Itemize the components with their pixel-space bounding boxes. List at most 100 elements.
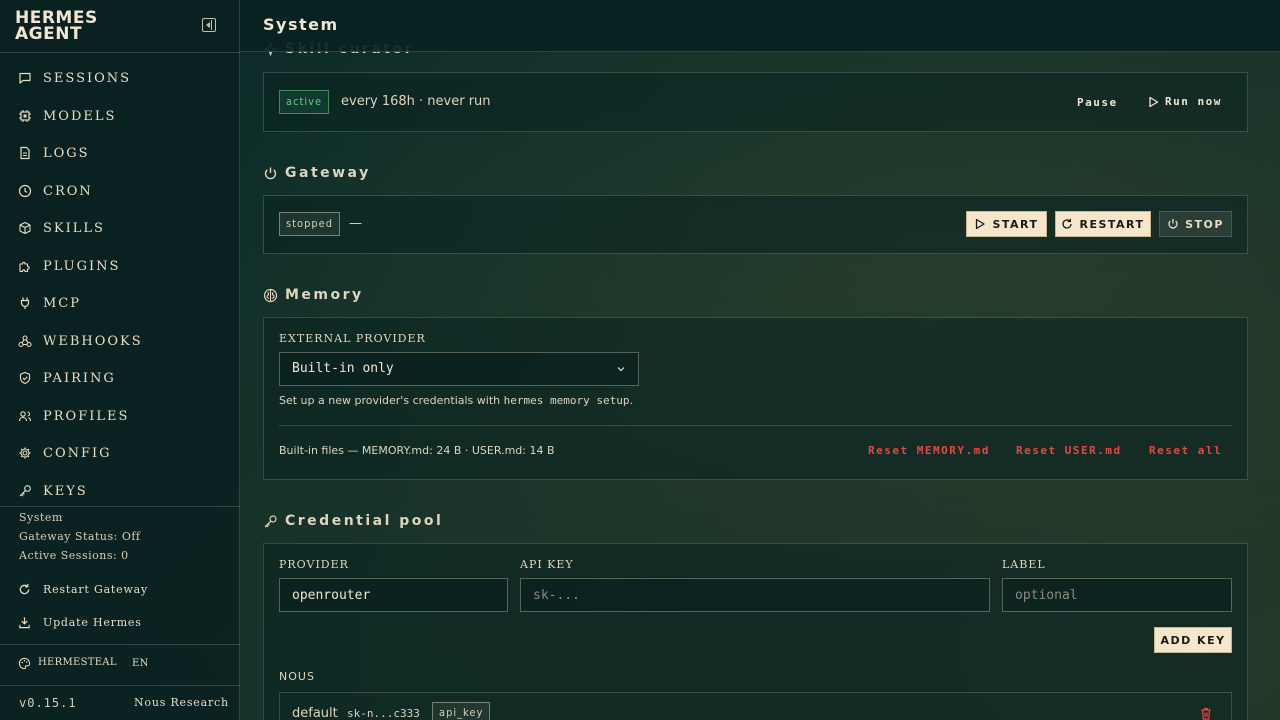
sidebar-item-label: MODELS	[43, 108, 117, 124]
sidebar-item-logs[interactable]: LOGS	[0, 138, 240, 168]
sidebar-item-mcp[interactable]: MCP	[0, 288, 240, 318]
add-key-label: ADD KEY	[1160, 633, 1226, 647]
sidebar-item-label: PROFILES	[43, 408, 130, 424]
credential-key-masked: sk-n...c333	[347, 707, 420, 720]
system-info: System Gateway Status: Off Active Sessio…	[19, 511, 141, 568]
file-text-icon	[20, 146, 30, 160]
pause-label: Pause	[1077, 96, 1118, 109]
start-button[interactable]: START	[966, 211, 1047, 237]
section-title-text: Gateway	[285, 165, 371, 181]
status-badge: stopped	[279, 212, 341, 236]
sidebar-item-label: PLUGINS	[43, 258, 121, 274]
restart-button[interactable]: RESTART	[1055, 211, 1151, 237]
chevron-down-icon	[617, 367, 625, 372]
gateway-card: stopped — START RESTART STOP	[263, 195, 1248, 254]
reset-all-button[interactable]: Reset all	[1149, 444, 1222, 457]
reset-memory-button[interactable]: Reset MEMORY.md	[868, 444, 990, 457]
provider-group-title: NOUS	[279, 670, 315, 683]
provider-label: PROVIDER	[279, 558, 349, 571]
builtin-files-text: Built-in files — MEMORY.md: 24 B · USER.…	[279, 444, 555, 457]
sidebar-item-label: KEYS	[43, 483, 88, 499]
key-icon	[264, 514, 277, 527]
sidebar-item-sessions[interactable]: SESSIONS	[0, 63, 240, 93]
main-content: Skill curator active every 168h · never …	[240, 0, 1280, 720]
trash-icon[interactable]	[1200, 707, 1212, 720]
version-label: v0.15.1	[19, 696, 77, 710]
gateway-heading: Gateway	[263, 165, 371, 181]
sidebar-item-label: PAIRING	[43, 370, 116, 386]
sidebar-divider	[0, 685, 240, 686]
webhook-icon	[18, 335, 32, 348]
brand-logo[interactable]: HERMES AGENT	[15, 10, 98, 44]
package-icon	[19, 221, 31, 235]
label-input[interactable]	[1002, 578, 1232, 612]
gear-icon	[19, 447, 31, 459]
download-icon	[19, 616, 30, 628]
sidebar-item-config[interactable]: CONFIG	[0, 438, 240, 468]
selected-value: Built-in only	[292, 361, 394, 376]
brand-line-2: AGENT	[15, 24, 83, 44]
sidebar-item-keys[interactable]: KEYS	[0, 476, 240, 506]
language-switcher[interactable]: EN	[132, 658, 149, 669]
section-title-text: Credential pool	[285, 513, 444, 529]
credential-name: default	[292, 706, 338, 720]
plug-icon	[20, 297, 30, 309]
api-key-input[interactable]	[520, 578, 990, 612]
play-icon	[1149, 96, 1159, 107]
sidebar-item-webhooks[interactable]: WEBHOOKS	[0, 326, 240, 356]
key-icon	[19, 485, 31, 497]
restart-gateway-label: Restart Gateway	[43, 582, 149, 596]
pause-button[interactable]: Pause	[1077, 96, 1118, 109]
sidebar-item-models[interactable]: MODELS	[0, 101, 240, 131]
memory-heading: Memory	[263, 287, 364, 303]
message-square-icon	[19, 72, 31, 84]
help-suffix: .	[629, 394, 633, 407]
puzzle-icon	[19, 261, 30, 273]
sidebar-item-label: SKILLS	[43, 220, 105, 236]
sidebar-item-label: WEBHOOKS	[43, 333, 143, 349]
credential-type-badge: api_key	[432, 702, 491, 720]
sidebar-item-label: SESSIONS	[43, 70, 132, 86]
divider	[279, 425, 1232, 426]
skill-curator-card: active every 168h · never run Pause Run …	[263, 72, 1248, 132]
play-icon	[976, 218, 986, 230]
run-now-button[interactable]: Run now	[1148, 95, 1222, 108]
status-badge: active	[279, 90, 330, 114]
sidebar-item-skills[interactable]: SKILLS	[0, 213, 240, 243]
sidebar-item-label: CRON	[43, 183, 93, 199]
shield-check-icon	[19, 371, 31, 385]
sidebar-item-cron[interactable]: CRON	[0, 176, 240, 206]
users-icon	[18, 411, 32, 422]
collapse-sidebar-icon[interactable]	[202, 18, 216, 32]
stop-button[interactable]: STOP	[1159, 211, 1232, 237]
external-provider-select[interactable]: Built-in only	[279, 352, 639, 386]
provider-input[interactable]	[279, 578, 508, 612]
update-hermes-button[interactable]: Update Hermes	[18, 612, 141, 632]
theme-name: HERMESTEAL	[38, 657, 117, 668]
sidebar-item-label: LOGS	[43, 145, 90, 161]
sidebar-item-plugins[interactable]: PLUGINS	[0, 251, 240, 281]
reset-user-button[interactable]: Reset USER.md	[1016, 444, 1122, 457]
power-icon	[264, 167, 277, 179]
restart-gateway-button[interactable]: Restart Gateway	[18, 579, 147, 599]
palette-icon	[18, 657, 31, 670]
sidebar-item-profiles[interactable]: PROFILES	[0, 401, 240, 431]
help-prefix: Set up a new provider's credentials with	[279, 394, 504, 407]
gateway-detail: —	[349, 216, 362, 231]
gateway-status-text: Gateway Status: Off	[19, 530, 141, 543]
memory-card: EXTERNAL PROVIDER Built-in only Set up a…	[263, 317, 1248, 480]
sidebar-item-pairing[interactable]: PAIRING	[0, 363, 240, 393]
curator-schedule: every 168h · never run	[341, 94, 491, 109]
refresh-icon	[19, 583, 30, 594]
org-link[interactable]: Nous Research	[134, 696, 229, 709]
sidebar-divider	[0, 644, 240, 645]
clock-icon	[18, 184, 32, 198]
add-key-button[interactable]: ADD KEY	[1154, 627, 1232, 653]
brain-icon	[263, 288, 278, 302]
power-icon	[1168, 219, 1178, 229]
sidebar-divider	[0, 52, 240, 53]
restart-label: RESTART	[1079, 217, 1145, 231]
credential-row: default sk-n...c333 api_key	[279, 692, 1232, 720]
section-title-text: Memory	[285, 287, 364, 303]
update-hermes-label: Update Hermes	[43, 615, 142, 629]
